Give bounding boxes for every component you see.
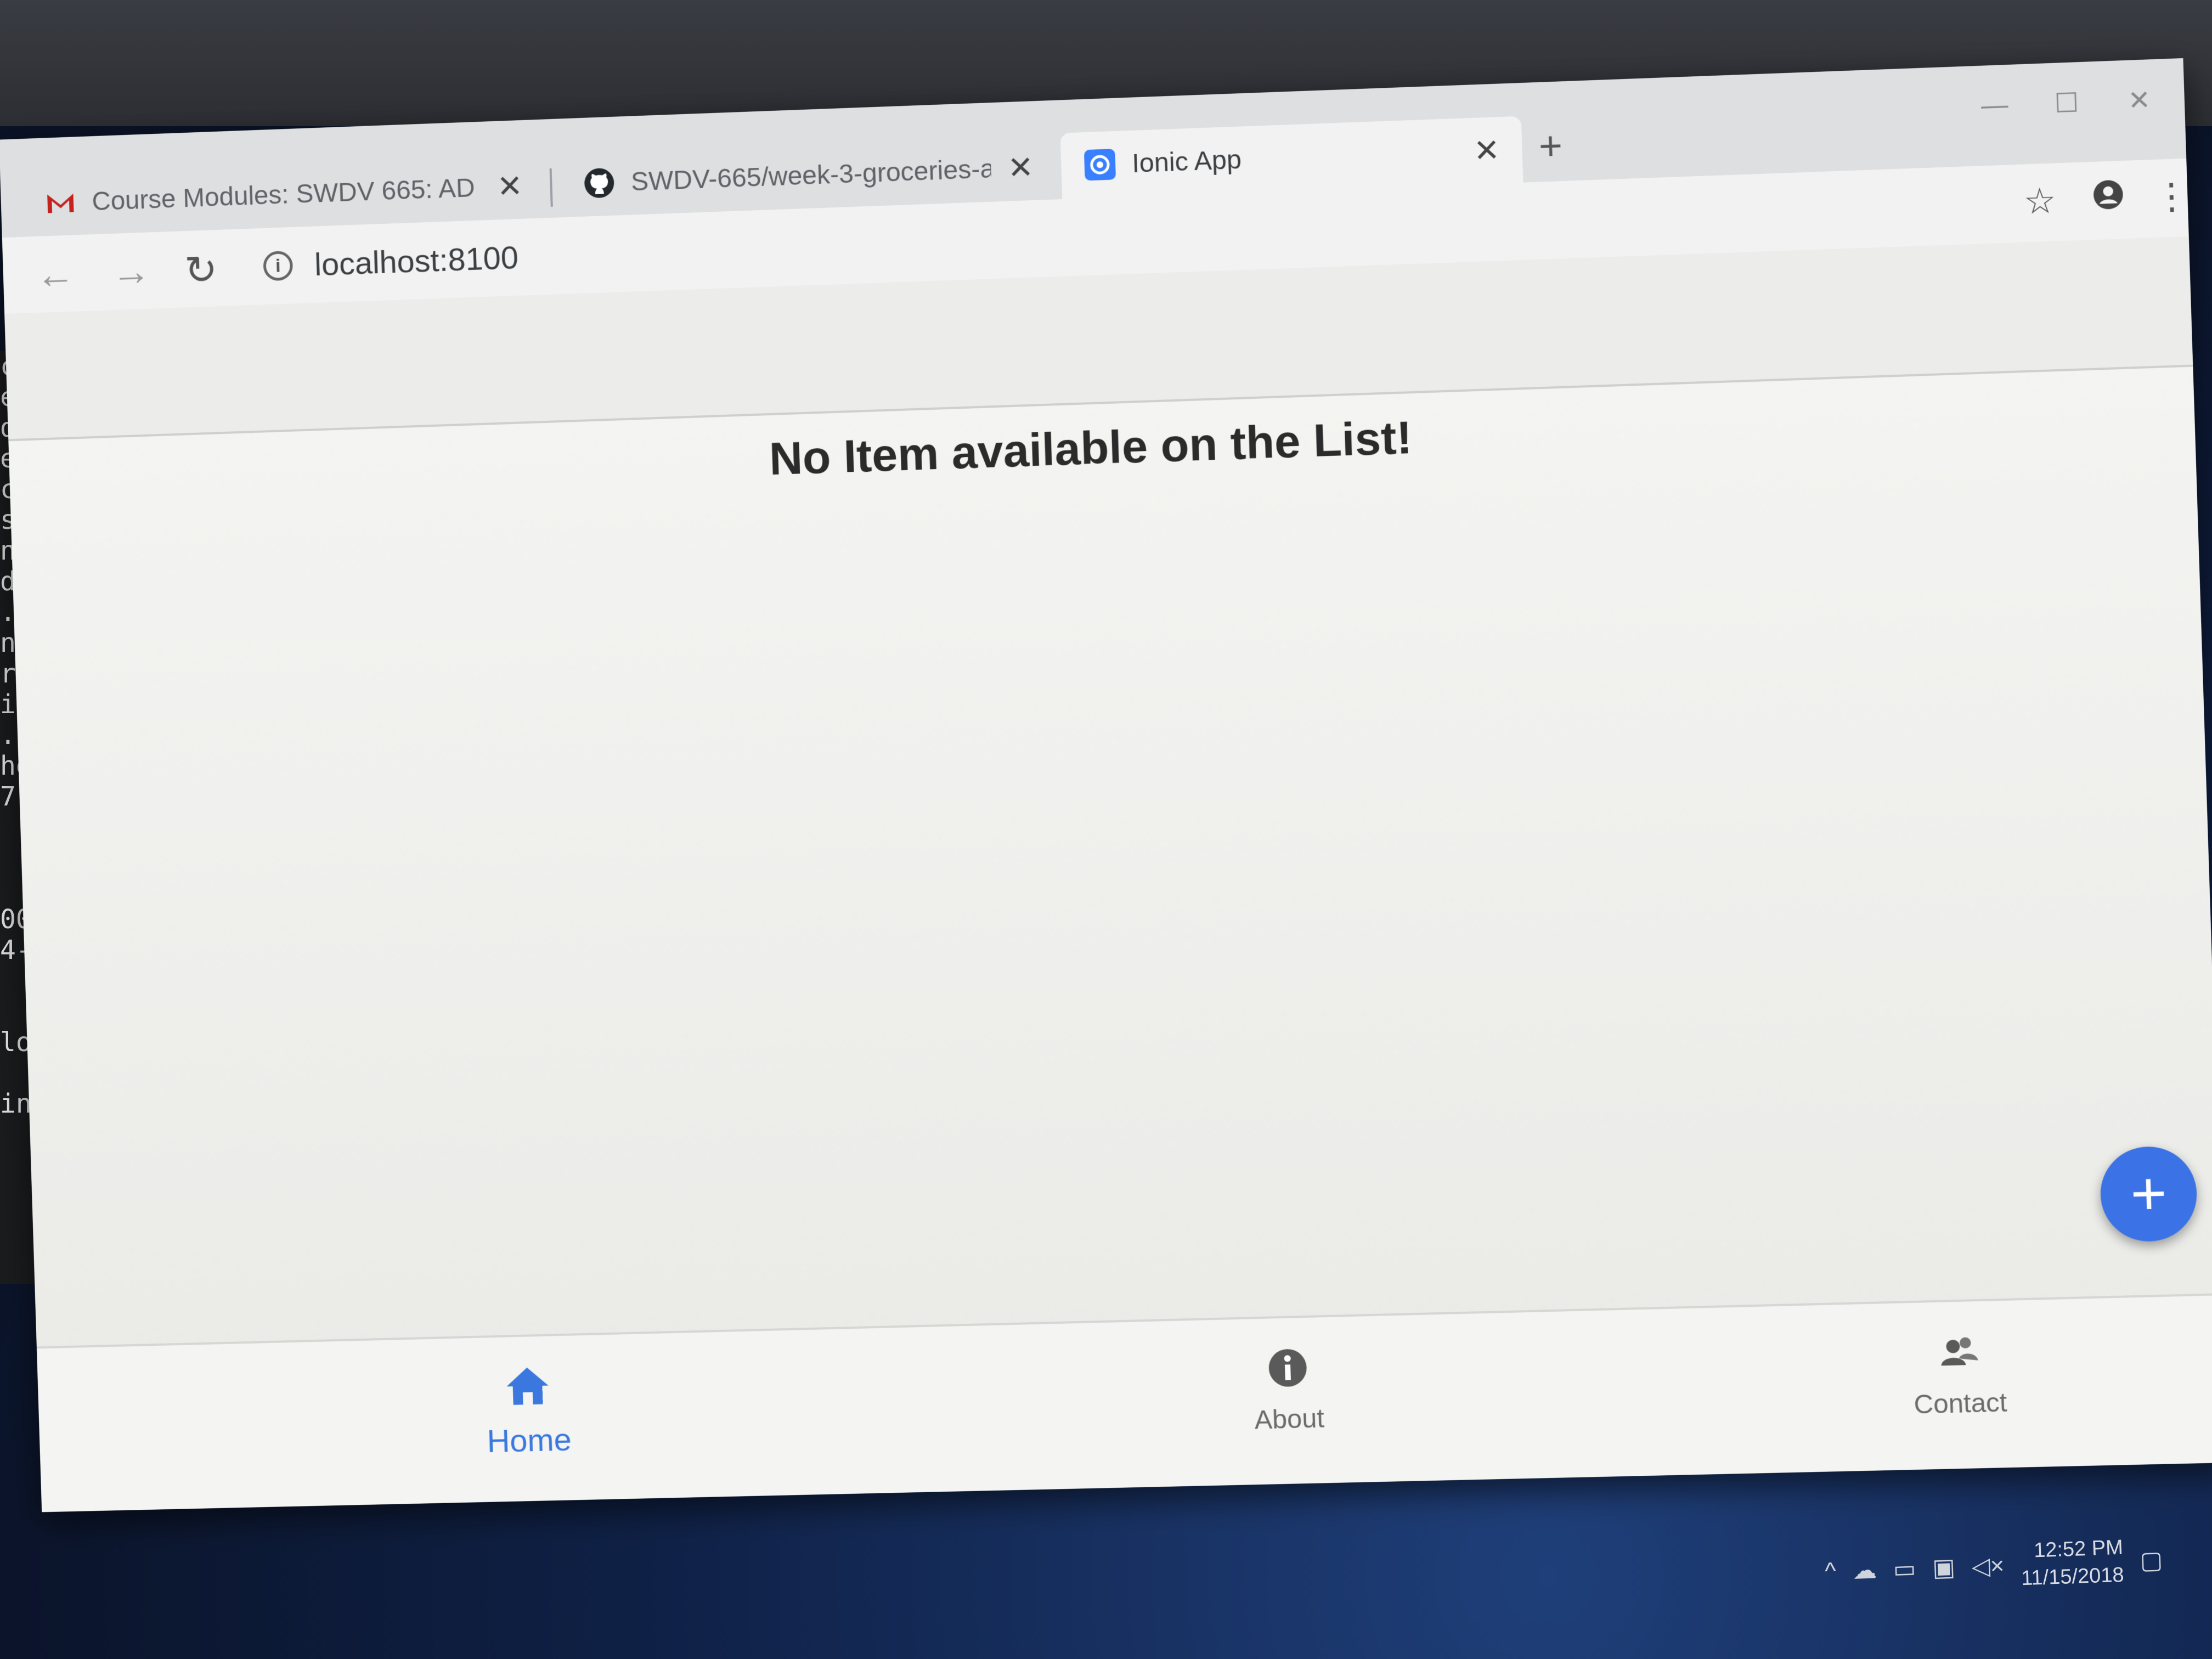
home-icon (502, 1358, 553, 1414)
volume-muted-icon[interactable]: ◁× (1971, 1551, 2005, 1581)
new-tab-button[interactable]: + (1538, 123, 1563, 169)
info-icon (1265, 1340, 1311, 1396)
clock-time: 12:52 PM (2019, 1534, 2123, 1565)
contacts-icon (1936, 1324, 1982, 1380)
tab-label: Contact (1914, 1387, 2008, 1420)
close-tab-icon[interactable]: ✕ (1473, 132, 1500, 169)
forward-arrow-icon[interactable]: → (111, 249, 151, 295)
tab-label: About (1254, 1403, 1325, 1435)
minimize-icon[interactable]: — (1980, 90, 2008, 122)
notification-icon[interactable]: ▢ (2139, 1546, 2163, 1575)
network-icon[interactable]: ▣ (1932, 1553, 1955, 1582)
address-text: localhost:8100 (314, 239, 519, 283)
tab-separator (550, 168, 553, 207)
tab-about[interactable]: About (1176, 1338, 1401, 1437)
gmail-icon (44, 186, 77, 220)
github-icon (582, 166, 616, 200)
site-info-icon[interactable]: i (263, 251, 293, 281)
close-window-icon[interactable]: ✕ (2128, 84, 2151, 116)
menu-kebab-icon[interactable]: ⋮ (2153, 175, 2190, 218)
tab-title: SWDV-665/week-3-groceries-ad (630, 154, 991, 197)
onedrive-icon[interactable]: ☁ (1852, 1556, 1877, 1585)
tab-title: Course Modules: SWDV 665: AD (92, 172, 481, 217)
page-viewport: No Item available on the List! + Home Ab… (4, 236, 2212, 1512)
bottom-tab-bar: Home About Contact (37, 1293, 2212, 1512)
tab-contact[interactable]: Contact (1846, 1322, 2074, 1422)
maximize-icon[interactable]: ☐ (2054, 87, 2079, 119)
chevron-up-icon[interactable]: ^ (1824, 1558, 1836, 1585)
bookmark-star-icon[interactable]: ☆ (2023, 180, 2057, 223)
tab-home[interactable]: Home (417, 1356, 639, 1462)
profile-avatar-icon[interactable] (2091, 177, 2126, 220)
battery-icon[interactable]: ▭ (1893, 1554, 1916, 1583)
clock-date: 11/15/2018 (2021, 1561, 2124, 1593)
photo-scene: c e d e ce sh n d . n rt is . he 7. 00 4… (0, 0, 2212, 1659)
ionic-icon (1083, 148, 1117, 182)
close-tab-icon[interactable]: ✕ (496, 168, 523, 205)
reload-icon[interactable]: ↻ (184, 246, 218, 294)
tab-label: Home (487, 1421, 572, 1460)
close-tab-icon[interactable]: ✕ (1007, 149, 1034, 187)
back-arrow-icon[interactable]: ← (35, 251, 76, 297)
add-item-button[interactable]: + (2099, 1146, 2198, 1243)
browser-window: Course Modules: SWDV 665: AD ✕ SWDV-665/… (0, 58, 2212, 1512)
taskbar-clock[interactable]: 12:52 PM 11/15/2018 (2019, 1534, 2124, 1592)
system-tray: ^ ☁ ▭ ▣ ◁× 12:52 PM 11/15/2018 ▢ (1824, 1532, 2163, 1599)
tab-title: Ionic App (1132, 137, 1458, 179)
